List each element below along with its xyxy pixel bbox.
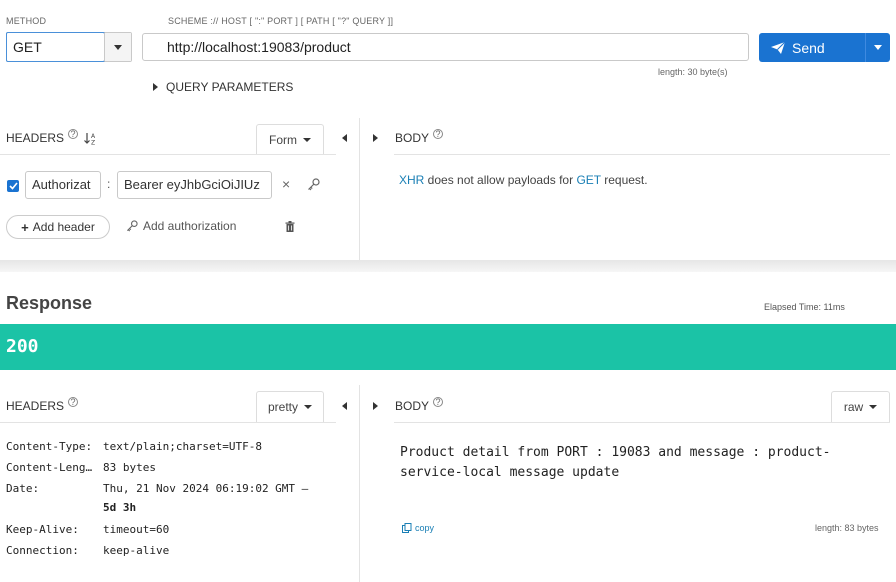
chevron-down-icon [303,137,311,142]
divider [0,422,336,423]
chevron-left-icon [342,134,347,142]
divider [0,154,336,155]
method-select[interactable]: GET [6,32,132,62]
chevron-left-icon [342,402,347,410]
response-body-line: Product detail from PORT : 19083 and mes… [400,445,831,460]
body-payload-message: XHR does not allow payloads for GET requ… [399,173,648,187]
key-icon[interactable] [307,178,320,191]
key-icon [126,220,138,232]
paper-plane-icon [771,41,785,54]
plus-icon: + [21,219,29,235]
body-message-text: does not allow payloads for [424,173,577,187]
header-name-input[interactable]: Authorizat [25,171,101,199]
header-separator: : [107,177,111,191]
method-label: METHOD [6,16,47,26]
xhr-link[interactable]: XHR [399,173,424,187]
query-parameters-label: QUERY PARAMETERS [166,80,294,94]
send-button-label: Send [792,39,825,56]
request-headers-title-text: HEADERS [6,131,65,145]
request-panel: METHOD SCHEME :// HOST [ ":" PORT ] [ PA… [0,0,896,260]
url-label: SCHEME :// HOST [ ":" PORT ] [ PATH [ "?… [168,16,394,26]
copy-icon [402,523,412,533]
method-input[interactable]: GET [6,32,105,62]
help-icon[interactable]: ? [433,129,444,139]
send-options-button[interactable] [865,33,890,62]
send-button[interactable]: Send [759,33,865,62]
add-header-button[interactable]: + Add header [6,215,110,239]
section-divider [0,260,896,272]
chevron-down-icon [874,45,882,50]
trash-icon[interactable] [285,221,295,232]
request-headers-title: HEADERS ? AZ [6,129,98,145]
request-body-title: BODY ? [395,129,444,145]
response-body-length: length: 83 bytes [815,523,879,533]
response-header-name: Content-Leng… [6,461,93,474]
response-header-value: text/plain;charset=UTF-8 [103,440,262,453]
response-header-name: Content-Type: [6,440,93,453]
response-header-date-age: 5d 3h [103,501,137,514]
collapse-left-button[interactable] [342,402,347,410]
copy-button[interactable]: copy [402,523,434,533]
method-link[interactable]: GET [576,173,600,187]
response-title: Response [6,293,93,313]
sort-alpha-icon[interactable]: AZ [84,132,98,145]
response-headers-title-text: HEADERS [6,399,65,413]
divider [394,154,890,155]
headers-mode-label: Form [269,132,297,147]
response-headers-mode-label: pretty [267,400,298,414]
url-length: length: 30 byte(s) [658,67,728,77]
chevron-right-icon [373,402,378,410]
response-header-value: keep-alive [103,544,170,557]
method-dropdown-button[interactable] [104,33,131,61]
headers-mode-dropdown[interactable]: Form [256,124,324,154]
panel-splitter[interactable] [359,385,360,582]
response-header-name: Keep-Alive: [6,523,79,536]
add-header-label: Add header [32,220,95,234]
chevron-right-icon [153,83,158,91]
response-body-line: service-local message update [400,465,620,480]
copy-label: copy [415,523,435,533]
query-parameters-toggle[interactable]: QUERY PARAMETERS [153,80,293,94]
add-authorization-button[interactable]: Add authorization [126,219,236,233]
collapse-left-button[interactable] [342,134,347,142]
chevron-down-icon [114,44,122,50]
response-body-mode-dropdown[interactable]: raw [831,391,890,422]
header-value-input[interactable]: Bearer eyJhbGciOiJIUz [117,171,272,199]
response-headers-mode-dropdown[interactable]: pretty [256,391,324,422]
check-icon [8,182,18,190]
response-body-mode-label: raw [843,400,864,414]
status-code-bar: 200 [0,324,896,370]
response-body-content[interactable]: Product detail from PORT : 19083 and mes… [400,443,880,483]
help-icon[interactable]: ? [68,129,79,139]
add-authorization-label: Add authorization [143,219,237,233]
response-header-value: timeout=60 [103,523,170,536]
help-icon[interactable]: ? [68,397,79,407]
response-headers-title: HEADERS ? [6,397,79,413]
divider [394,422,890,423]
chevron-right-icon [373,134,378,142]
request-body-title-text: BODY [395,131,430,145]
body-message-text-end: request. [600,173,648,187]
url-input[interactable]: http://localhost:19083/product [142,33,749,61]
response-header-value: 83 bytes [103,461,156,474]
collapse-right-button[interactable] [373,134,378,142]
send-button-group: Send [759,33,890,62]
response-body-title: BODY ? [395,397,444,413]
elapsed-time: Elapsed Time: 11ms [764,302,845,312]
remove-header-icon[interactable]: × [282,176,290,192]
svg-text:Z: Z [91,139,95,145]
response-header-value: Thu, 21 Nov 2024 06:19:02 GMT — [103,482,309,495]
response-header-name: Connection: [6,544,79,557]
chevron-down-icon [304,405,312,409]
header-enabled-checkbox[interactable] [7,180,19,192]
panel-splitter[interactable] [359,118,360,260]
chevron-down-icon [869,405,878,409]
collapse-right-button[interactable] [373,402,378,410]
response-body-title-text: BODY [395,399,430,413]
help-icon[interactable]: ? [433,397,444,407]
response-header-name: Date: [6,482,40,495]
